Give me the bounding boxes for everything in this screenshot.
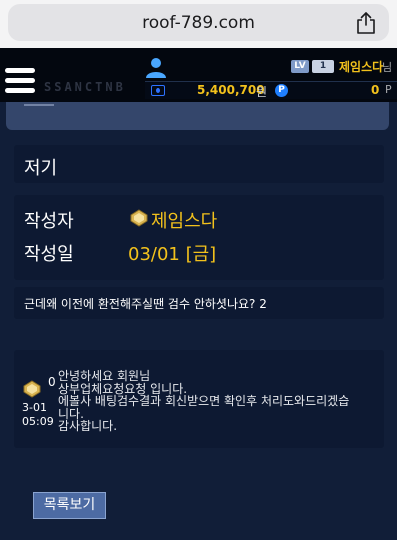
money-unit: 원	[256, 85, 268, 99]
board-header-panel	[6, 102, 389, 130]
level-medal-icon	[130, 209, 148, 227]
point-icon: P	[275, 84, 288, 97]
user-name-suffix: 님	[382, 61, 393, 74]
post-content-area: 저기 작성자 제임스다 작성일 03/01 [금] 근데왜 이전에 환전해주실땐…	[0, 102, 397, 540]
date-label: 작성일	[24, 244, 74, 265]
reply-line: 안녕하세요 회원님	[58, 369, 151, 383]
post-body-box: 근데왜 이전에 환전해주실땐 검수 안하셧나요? 2	[14, 287, 384, 319]
balance-row: 5,400,700 원 P 0 P	[145, 81, 397, 99]
site-logo[interactable]: SSANCTNB	[44, 80, 126, 94]
user-info-row: LV 1 제임스다 님	[0, 57, 397, 77]
list-view-button[interactable]: 목록보기	[33, 492, 106, 519]
reply-date: 3-01 05:09	[22, 401, 54, 429]
post-info-box: 작성자 제임스다 작성일 03/01 [금]	[14, 195, 384, 280]
reply-date-time: 05:09	[22, 415, 54, 428]
reply-date-day: 3-01	[22, 401, 47, 414]
cash-icon	[151, 85, 165, 96]
share-icon[interactable]	[355, 11, 377, 35]
reply-line: 에볼사 배팅검수결과 회신받으면 확인후 처리도와드리겠습	[58, 394, 350, 408]
points-unit: P	[385, 83, 392, 96]
browser-address-bar: roof-789.com	[0, 0, 397, 48]
post-title-box: 저기	[14, 145, 384, 183]
post-title: 저기	[24, 158, 58, 179]
reply-number: 0	[48, 375, 56, 389]
money-balance: 5,400,700	[197, 83, 265, 97]
reply-medal-icon	[23, 380, 41, 398]
reply-line: 감사합니다.	[58, 419, 118, 433]
user-name[interactable]: 제임스다	[339, 58, 383, 75]
post-author: 제임스다	[151, 211, 218, 232]
post-body: 근데왜 이전에 환전해주실땐 검수 안하셧나요? 2	[24, 297, 267, 311]
reply-text: 안녕하세요 회원님 상부업체요청요청 입니다. 에볼사 배팅검수결과 회신받으면…	[58, 370, 349, 433]
post-date: 03/01 [금]	[128, 244, 217, 265]
level-value: 1	[312, 60, 334, 73]
points-balance: 0	[371, 83, 380, 97]
url-field[interactable]: roof-789.com	[8, 4, 389, 41]
url-text: roof-789.com	[142, 13, 255, 33]
reply-box: 0 3-01 05:09 안녕하세요 회원님 상부업체요청요청 입니다. 에볼사…	[14, 350, 384, 448]
divider	[24, 104, 54, 106]
level-badge: LV	[291, 60, 309, 73]
author-label: 작성자	[24, 211, 74, 232]
